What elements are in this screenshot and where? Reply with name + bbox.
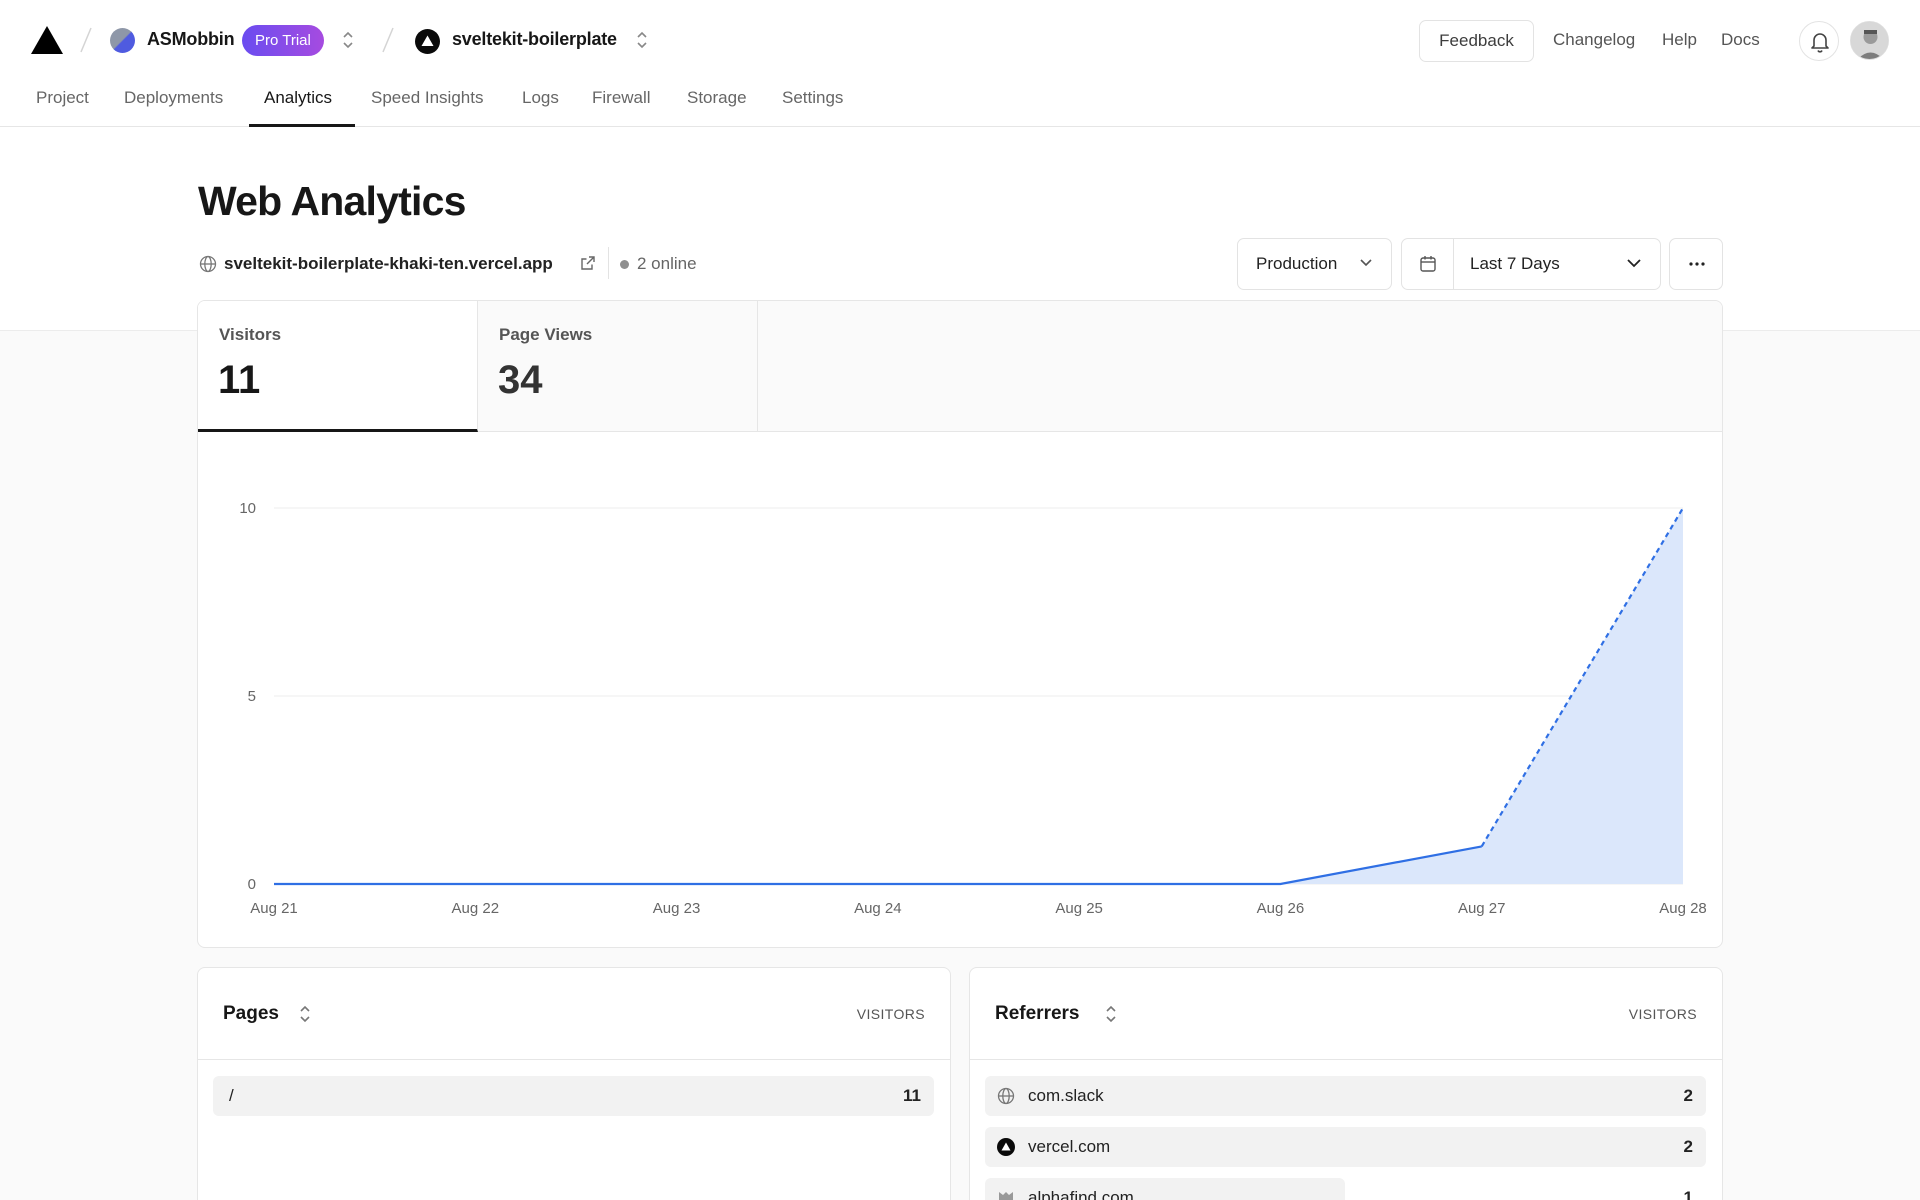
page-visitors: 11 (903, 1086, 921, 1105)
help-link[interactable]: Help (1662, 30, 1697, 50)
pages-panel: Pages VISITORS / 11 (197, 967, 951, 1200)
series-line (274, 845, 1482, 886)
x-tick-label: Aug 26 (1257, 900, 1305, 917)
project-tabs: Project Deployments Analytics Speed Insi… (0, 80, 1920, 127)
referrers-title: Referrers (995, 1003, 1080, 1024)
analytics-card: Visitors 11 Page Views 34 0 5 10 Aug 21 Aug … (197, 300, 1723, 948)
y-tick-label: 10 (239, 500, 256, 517)
active-tab-indicator (249, 124, 355, 127)
x-tick-label: Aug 28 (1659, 900, 1707, 917)
alphafind-icon (999, 1192, 1013, 1200)
referrer-visitors: 2 (1683, 1086, 1693, 1105)
pages-title: Pages (223, 1003, 279, 1024)
stat-label: Page Views (499, 325, 593, 344)
x-tick-label: Aug 21 (250, 900, 298, 917)
stat-value: 34 (498, 358, 543, 402)
globe-icon (997, 1087, 1015, 1105)
globe-icon (199, 255, 217, 273)
more-options-button[interactable] (1669, 238, 1723, 290)
x-tick-label: Aug 23 (653, 900, 701, 917)
changelog-link[interactable]: Changelog (1553, 30, 1635, 50)
stat-label: Visitors (219, 325, 282, 344)
environment-value: Production (1256, 254, 1338, 273)
vercel-logo-icon[interactable] (30, 25, 64, 55)
y-tick-label: 5 (248, 688, 256, 705)
vercel-icon (997, 1138, 1015, 1156)
x-tick-label: Aug 24 (854, 900, 902, 917)
y-tick-label: 0 (248, 876, 256, 893)
environment-select[interactable]: Production (1237, 238, 1392, 290)
plan-badge: Pro Trial (242, 25, 324, 56)
chevron-down-icon (1360, 259, 1372, 267)
page-title: Web Analytics (198, 178, 466, 224)
page-path: / (229, 1086, 234, 1105)
top-header: ASMobbin Pro Trial sveltekit-boilerplate… (0, 0, 1920, 80)
list-item[interactable]: vercel.com 2 (985, 1127, 1706, 1167)
breadcrumb-separator-icon (80, 27, 92, 53)
tab-deployments[interactable]: Deployments (124, 88, 223, 108)
x-tick-label: Aug 27 (1458, 900, 1506, 917)
ellipsis-icon (1689, 262, 1705, 266)
referrer-visitors: 1 (1683, 1188, 1693, 1200)
chevron-down-icon (1627, 259, 1641, 268)
bell-icon (1811, 33, 1829, 53)
sort-toggle-icon[interactable] (1104, 1003, 1118, 1025)
tab-firewall[interactable]: Firewall (592, 88, 651, 108)
stat-value: 11 (218, 358, 261, 402)
user-avatar[interactable] (1850, 21, 1889, 60)
list-item[interactable]: com.slack 2 (985, 1076, 1706, 1116)
external-link-icon[interactable] (580, 255, 596, 271)
stat-tab-visitors[interactable]: Visitors 11 (198, 301, 478, 432)
project-switcher-icon[interactable] (635, 29, 649, 51)
x-tick-label: Aug 25 (1055, 900, 1103, 917)
list-item[interactable]: alphafind.com 1 (985, 1178, 1706, 1200)
tab-settings[interactable]: Settings (782, 88, 843, 108)
project-logo-icon[interactable] (415, 29, 440, 54)
divider (608, 247, 609, 279)
notifications-button[interactable] (1799, 21, 1839, 61)
team-switcher-icon[interactable] (341, 29, 355, 51)
online-count: 2 online (637, 254, 697, 273)
team-avatar[interactable] (110, 28, 135, 53)
panel-header: Pages VISITORS (198, 968, 950, 1060)
referrer-name: com.slack (1028, 1086, 1104, 1105)
breadcrumb-separator-icon (382, 27, 394, 53)
referrer-name: vercel.com (1028, 1137, 1111, 1156)
tab-project[interactable]: Project (36, 88, 89, 108)
sort-toggle-icon[interactable] (298, 1003, 312, 1025)
date-range-value: Last 7 Days (1470, 254, 1560, 273)
deployment-domain-link[interactable]: sveltekit-boilerplate-khaki-ten.vercel.a… (224, 254, 553, 274)
tab-logs[interactable]: Logs (522, 88, 559, 108)
tab-storage[interactable]: Storage (687, 88, 747, 108)
referrers-panel: Referrers VISITORS com.slack 2 vercel.co… (969, 967, 1723, 1200)
docs-link[interactable]: Docs (1721, 30, 1760, 50)
online-status-dot (620, 260, 629, 269)
calendar-icon (1420, 256, 1436, 272)
referrer-visitors: 2 (1683, 1137, 1693, 1156)
tab-speed-insights[interactable]: Speed Insights (371, 88, 483, 108)
visitors-column-header: VISITORS (856, 1006, 925, 1022)
tab-analytics[interactable]: Analytics (264, 88, 332, 108)
visitors-chart: 0 5 10 Aug 21 Aug 22 Aug 23 Aug 24 Aug 25 Aug 26… (239, 500, 1707, 917)
panel-header: Referrers VISITORS (970, 968, 1722, 1060)
referrer-name: alphafind.com (1028, 1188, 1134, 1200)
calendar-button[interactable] (1402, 239, 1454, 289)
x-tick-label: Aug 22 (452, 900, 500, 917)
stat-tabs: Visitors 11 Page Views 34 (198, 301, 1722, 432)
list-item[interactable]: / 11 (213, 1076, 934, 1116)
stat-tab-page-views[interactable]: Page Views 34 (478, 301, 758, 432)
date-range-select[interactable]: Last 7 Days (1401, 238, 1661, 290)
visitors-column-header: VISITORS (1628, 1006, 1697, 1022)
feedback-button[interactable]: Feedback (1419, 20, 1534, 62)
project-name[interactable]: sveltekit-boilerplate (452, 29, 617, 50)
team-name[interactable]: ASMobbin (147, 29, 235, 50)
